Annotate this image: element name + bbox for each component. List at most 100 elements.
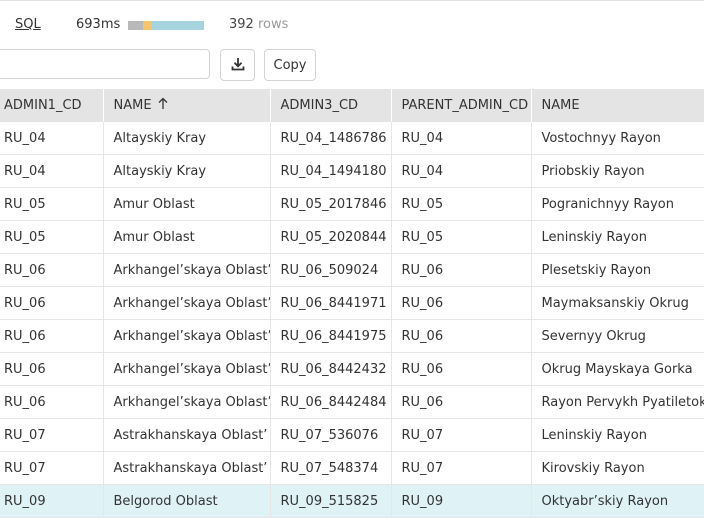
table-cell: RU_06 [0,286,104,320]
table-cell: RU_05 [391,187,532,221]
copy-button[interactable]: Copy [264,49,316,81]
status-bar: SQL 693ms 392 rows [0,0,704,50]
column-header-label: ADMIN3_CD [280,98,359,113]
table-cell: RU_06 [391,352,532,386]
table-cell: Arkhangel’skaya Oblast’ [103,253,271,287]
table-cell: RU_04 [0,122,104,155]
table-cell: RU_04 [391,154,532,188]
column-header-label: NAME [541,98,580,113]
table-cell: RU_07 [0,418,104,452]
table-cell: Kirovskiy Rayon [531,451,704,485]
table-cell: Severnyy Okrug [531,319,704,353]
timing-segment-3 [150,21,204,30]
table-cell: Astrakhanskaya Oblast’ [103,418,271,452]
table-cell: RU_04 [391,122,532,155]
column-header-5[interactable]: NAME [531,89,704,122]
table-cell: RU_07 [391,451,532,485]
column-header-label: PARENT_ADMIN_CD [401,98,529,113]
table-cell: Pogranichnyy Rayon [531,187,704,221]
table-body: RU_04 Altayskiy Kray RU_04_1486786 RU_04 Vos… [0,122,704,518]
column-header-label: NAME [113,98,152,113]
table-header-row: ADMIN1_CD NAME ADMIN3_CD PARENT_ADMIN_CD NAM… [0,89,704,122]
table-cell: RU_04 [0,154,104,188]
sql-link[interactable]: SQL [15,17,41,32]
table-row[interactable]: RU_06 Arkhangel’skaya Oblast’ RU_06_844197… [0,319,704,353]
table-cell: Amur Oblast [103,187,271,221]
column-header-3[interactable]: ADMIN3_CD [270,89,392,122]
table-cell: RU_06_509024 [270,253,392,287]
search-input[interactable] [0,49,210,79]
table-cell: RU_06_8441975 [270,319,392,353]
timing-bar [128,21,204,30]
table-cell: Amur Oblast [103,220,271,254]
table-cell: RU_06 [391,253,532,287]
table-cell: RU_06_8442484 [270,385,392,419]
timing-segment-1 [128,21,144,30]
query-results-panel: SQL 693ms 392 rows Copy ADMIN1_CD NAME A… [0,0,704,518]
table-cell: RU_07_548374 [270,451,392,485]
table-cell: Rayon Pervykh Pyatiletok [531,385,704,419]
column-header-1[interactable]: ADMIN1_CD [0,89,104,122]
table-row[interactable]: RU_06 Arkhangel’skaya Oblast’ RU_06_844197… [0,286,704,320]
table-row[interactable]: RU_07 Astrakhanskaya Oblast’ RU_07_548374 R… [0,451,704,485]
table-cell: Arkhangel’skaya Oblast’ [103,352,271,386]
column-header-2[interactable]: NAME [103,89,271,122]
table-row[interactable]: RU_06 Arkhangel’skaya Oblast’ RU_06_844243… [0,352,704,386]
table-cell: RU_06_8442432 [270,352,392,386]
table-cell: Altayskiy Kray [103,154,271,188]
column-header-label: ADMIN1_CD [4,98,82,113]
table-cell: Altayskiy Kray [103,122,271,155]
sort-ascending-icon [158,97,168,114]
table-cell: RU_06_8441971 [270,286,392,320]
table-cell: RU_06 [0,253,104,287]
table-cell: RU_05 [0,187,104,221]
table-cell: Astrakhanskaya Oblast’ [103,451,271,485]
results-table: ADMIN1_CD NAME ADMIN3_CD PARENT_ADMIN_CD NAM… [0,89,704,518]
table-cell: RU_09 [0,484,104,518]
table-cell: RU_07 [391,418,532,452]
row-count-value: 392 [229,17,254,32]
column-header-4[interactable]: PARENT_ADMIN_CD [391,89,532,122]
table-cell: RU_04_1486786 [270,122,392,155]
table-cell: Belgorod Oblast [103,484,271,518]
download-icon [231,56,245,75]
table-row[interactable]: RU_04 Altayskiy Kray RU_04_1494180 RU_04 Pri… [0,154,704,188]
table-cell: RU_05_2017846 [270,187,392,221]
table-row[interactable]: RU_09 Belgorod Oblast RU_09_515825 RU_09 Okt… [0,484,704,518]
table-row[interactable]: RU_07 Astrakhanskaya Oblast’ RU_07_536076 R… [0,418,704,452]
results-table-container[interactable]: ADMIN1_CD NAME ADMIN3_CD PARENT_ADMIN_CD NAM… [0,89,704,518]
table-cell: Priobskiy Rayon [531,154,704,188]
table-cell: RU_05 [391,220,532,254]
table-row[interactable]: RU_05 Amur Oblast RU_05_2020844 RU_05 Lenins… [0,220,704,254]
table-cell: Vostochnyy Rayon [531,122,704,155]
table-row[interactable]: RU_05 Amur Oblast RU_05_2017846 RU_05 Pogran… [0,187,704,221]
table-cell: Arkhangel’skaya Oblast’ [103,385,271,419]
table-cell: RU_06 [391,319,532,353]
row-count: 392 rows [229,17,288,32]
table-cell: RU_06 [0,319,104,353]
table-cell: RU_09 [391,484,532,518]
table-cell: Leninskiy Rayon [531,418,704,452]
download-button[interactable] [220,49,255,81]
table-cell: RU_06 [0,385,104,419]
table-row[interactable]: RU_04 Altayskiy Kray RU_04_1486786 RU_04 Vos… [0,122,704,155]
table-cell: RU_06 [391,286,532,320]
row-count-unit: rows [257,17,289,32]
table-cell: RU_05 [0,220,104,254]
table-cell: Arkhangel’skaya Oblast’ [103,319,271,353]
table-cell: Maymaksanskiy Okrug [531,286,704,320]
table-cell: Oktyabr’skiy Rayon [531,484,704,518]
table-cell: Plesetskiy Rayon [531,253,704,287]
table-cell: RU_04_1494180 [270,154,392,188]
timing-segment-2 [143,21,151,30]
table-cell: RU_07_536076 [270,418,392,452]
table-cell: RU_07 [0,451,104,485]
table-cell: RU_05_2020844 [270,220,392,254]
table-cell: RU_06 [391,385,532,419]
table-row[interactable]: RU_06 Arkhangel’skaya Oblast’ RU_06_509024… [0,253,704,287]
table-cell: Arkhangel’skaya Oblast’ [103,286,271,320]
table-cell: RU_09_515825 [270,484,392,518]
table-cell: Okrug Mayskaya Gorka [531,352,704,386]
table-cell: Leninskiy Rayon [531,220,704,254]
table-row[interactable]: RU_06 Arkhangel’skaya Oblast’ RU_06_844248… [0,385,704,419]
